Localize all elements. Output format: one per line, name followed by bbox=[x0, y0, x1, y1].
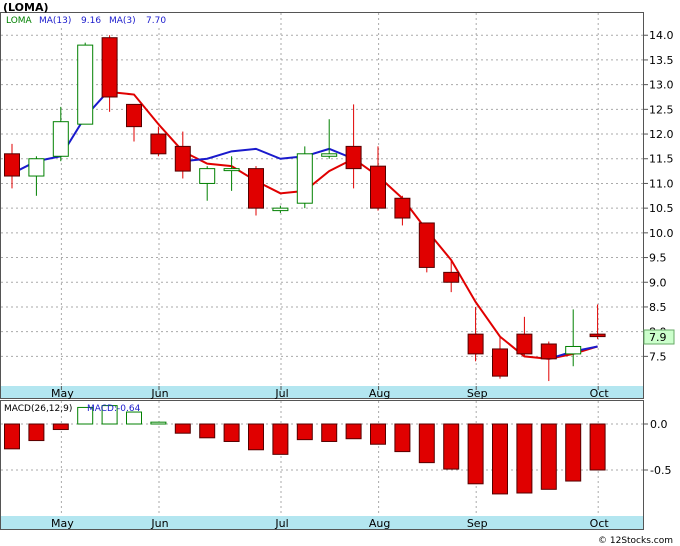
last-price-label: 7.9 bbox=[649, 331, 667, 344]
macd-bar bbox=[28, 423, 45, 442]
macd-bar bbox=[418, 423, 435, 464]
candle-body bbox=[370, 165, 386, 209]
candle-body bbox=[52, 121, 69, 157]
macd-legend-value: MACD:-0.64 bbox=[87, 404, 141, 414]
candle bbox=[296, 146, 313, 209]
macd-bar bbox=[4, 423, 20, 450]
macd-xtick-label: Sep bbox=[467, 517, 488, 530]
candle-body bbox=[418, 222, 435, 268]
macd-xtick-label: Jul bbox=[274, 517, 288, 530]
candle-body bbox=[126, 103, 142, 128]
macd-bar bbox=[272, 423, 289, 455]
price-y-axis-ticks: 14.0 13.5 13.0 12.5 12.0 11.5 11.0 10.5 10.0 9.5 9… bbox=[643, 29, 674, 363]
candle bbox=[248, 166, 264, 216]
macd-bar bbox=[52, 423, 69, 431]
price-xtick-label: Jun bbox=[150, 387, 168, 400]
macd-legend-title: MACD(26,12,9) bbox=[4, 404, 72, 414]
macd-y-axis-ticks: 0.0 -0.5 bbox=[643, 418, 671, 477]
legend-ma3-label: MA(3) bbox=[109, 16, 136, 26]
candle-body bbox=[467, 333, 484, 355]
macd-bar bbox=[150, 421, 167, 425]
candle-body bbox=[394, 197, 411, 219]
candle-body bbox=[174, 145, 191, 172]
candle-body bbox=[540, 343, 557, 360]
macd-panel: May Jun Jul Aug Sep Oct 0.0 -0.5 MACD(26,12,9)… bbox=[0, 400, 671, 530]
macd-bar bbox=[223, 423, 240, 442]
legend-loma: LOMA bbox=[6, 16, 33, 26]
macd-bar bbox=[467, 423, 484, 485]
price-xtick-label: Aug bbox=[369, 387, 390, 400]
candle-body bbox=[443, 271, 460, 283]
price-ytick-label: 9.0 bbox=[649, 276, 667, 289]
macd-ytick-label: -0.5 bbox=[650, 464, 671, 477]
macd-bar bbox=[540, 423, 557, 490]
macd-bar bbox=[296, 423, 313, 441]
price-ytick-label: 12.0 bbox=[649, 128, 674, 141]
candle-body bbox=[565, 345, 582, 355]
chart-title: (LOMA) bbox=[3, 1, 48, 14]
legend-ma13-value: 9.16 bbox=[81, 16, 101, 26]
price-ytick-label: 9.5 bbox=[649, 252, 667, 265]
macd-xtick-label: Aug bbox=[369, 517, 390, 530]
candle-body bbox=[150, 133, 167, 155]
price-plot-frame bbox=[0, 12, 644, 399]
candle-body bbox=[101, 37, 118, 98]
macd-bar bbox=[589, 423, 606, 471]
price-ytick-label: 7.5 bbox=[649, 350, 667, 363]
price-xtick-label: Oct bbox=[590, 387, 610, 400]
price-xtick-label: Jul bbox=[274, 387, 288, 400]
macd-ytick-label: 0.0 bbox=[650, 418, 668, 431]
candle-body bbox=[28, 158, 45, 177]
candle-body bbox=[492, 348, 508, 377]
macd-bar bbox=[370, 423, 386, 445]
stock-chart: May Jun Jul Aug Sep Oct 14.013.513.012.512.01… bbox=[0, 1, 675, 546]
macd-bar bbox=[321, 423, 338, 442]
candle bbox=[418, 222, 435, 273]
price-ytick-label: 8.5 bbox=[649, 301, 667, 314]
candle-body bbox=[199, 168, 216, 184]
macd-bar bbox=[345, 423, 362, 440]
candle-body bbox=[345, 145, 362, 170]
macd-bar bbox=[516, 423, 533, 494]
price-ytick-label: 13.0 bbox=[649, 79, 674, 92]
macd-bar bbox=[174, 423, 191, 434]
legend-ma13-label: MA(13) bbox=[39, 16, 71, 26]
price-x-axis-band bbox=[1, 386, 643, 398]
macd-bar bbox=[565, 423, 582, 482]
candle-body bbox=[589, 333, 606, 338]
macd-bar bbox=[248, 423, 264, 451]
price-panel: May Jun Jul Aug Sep Oct 14.013.513.012.512.01… bbox=[0, 12, 675, 400]
price-ytick-label: 10.5 bbox=[649, 202, 674, 215]
macd-x-axis-band bbox=[1, 516, 643, 529]
price-ytick-label: 11.5 bbox=[649, 153, 674, 166]
macd-bar bbox=[199, 423, 216, 439]
candle-body bbox=[223, 168, 240, 172]
footer-credit: © 12Stocks.com bbox=[598, 536, 673, 546]
price-ytick-label: 11.0 bbox=[649, 177, 674, 190]
candle-body bbox=[272, 207, 289, 212]
price-ytick-label: 12.5 bbox=[649, 103, 674, 116]
price-xtick-label: Sep bbox=[467, 387, 488, 400]
macd-xtick-label: Jun bbox=[150, 517, 168, 530]
candle-body bbox=[77, 44, 94, 125]
price-ytick-label: 14.0 bbox=[649, 29, 674, 42]
macd-xtick-label: Oct bbox=[590, 517, 610, 530]
candle-body bbox=[321, 153, 338, 157]
macd-bar bbox=[394, 423, 411, 453]
macd-xtick-label: May bbox=[51, 517, 74, 530]
candle-body bbox=[248, 168, 264, 209]
price-ytick-label: 10.0 bbox=[649, 227, 674, 240]
price-ytick-label: 13.5 bbox=[649, 54, 674, 67]
candle-body bbox=[516, 333, 533, 355]
macd-bar bbox=[492, 423, 508, 495]
price-xtick-label: May bbox=[51, 387, 74, 400]
legend-ma3-value: 7.70 bbox=[146, 16, 166, 26]
candle-body bbox=[296, 153, 313, 204]
candle bbox=[77, 42, 94, 125]
macd-bar bbox=[443, 423, 460, 470]
candle-body bbox=[4, 153, 20, 177]
